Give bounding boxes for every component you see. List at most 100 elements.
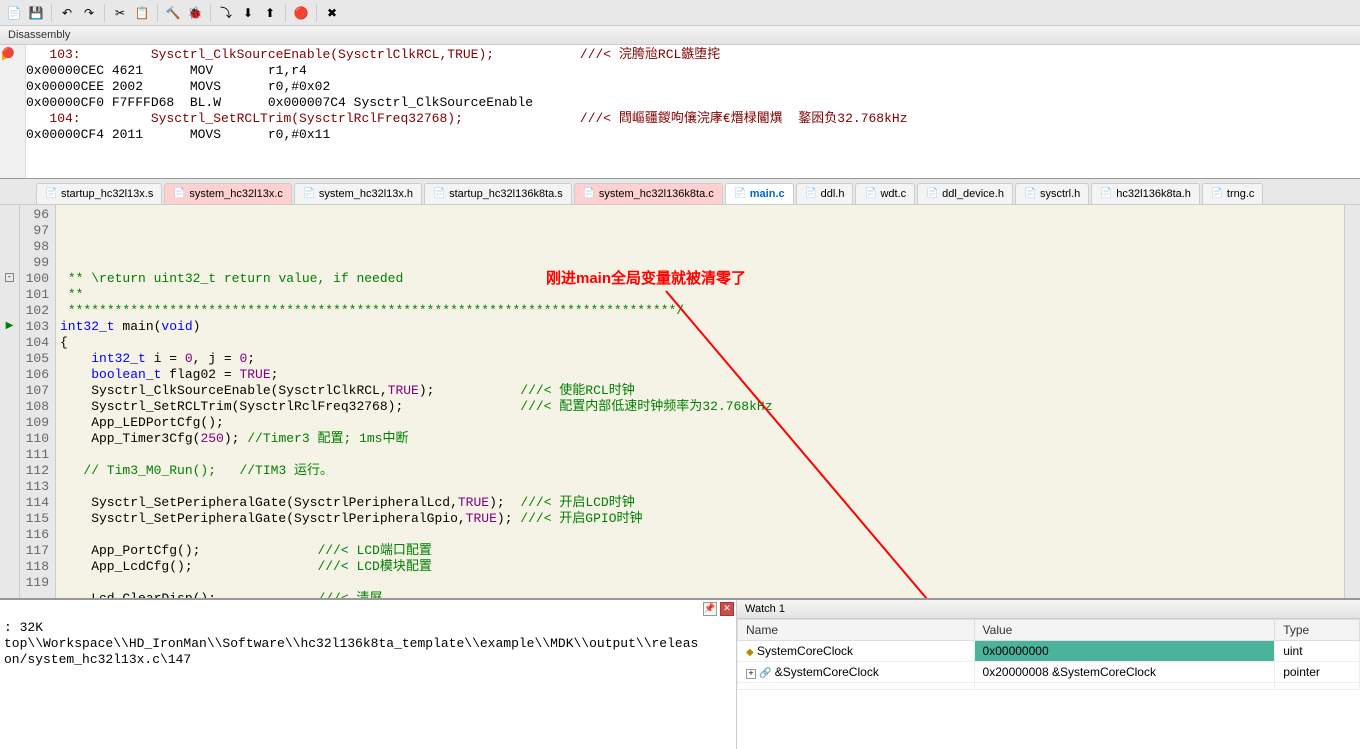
- code-line[interactable]: Sysctrl_SetPeripheralGate(SysctrlPeriphe…: [60, 511, 1340, 527]
- toolbar-close-icon[interactable]: ✖: [322, 3, 342, 23]
- output-line: top\\Workspace\\HD_IronMan\\Software\\hc…: [4, 636, 732, 652]
- breakpoint-gutter-row[interactable]: [0, 253, 19, 269]
- breakpoint-gutter-row[interactable]: [0, 541, 19, 557]
- watch-header[interactable]: Name: [738, 620, 975, 641]
- code-line[interactable]: Lcd_ClearDisp(); ///< 清屏: [60, 591, 1340, 599]
- toolbar-build-icon[interactable]: 🔨: [163, 3, 183, 23]
- toolbar-undo-icon[interactable]: ↶: [57, 3, 77, 23]
- breakpoint-gutter-row[interactable]: [0, 477, 19, 493]
- disassembly-panel[interactable]: ▶🔴 103: Sysctrl_ClkSourceEnable(SysctrlC…: [0, 45, 1360, 179]
- tab-sysctrl-h[interactable]: 📄sysctrl.h: [1015, 183, 1089, 204]
- watch-table[interactable]: NameValueType ◆ SystemCoreClock0x0000000…: [737, 619, 1360, 690]
- watch-type-cell: uint: [1275, 641, 1360, 662]
- toolbar-step-over-icon[interactable]: ⤵: [216, 3, 236, 23]
- disasm-line[interactable]: 0x00000CF0 F7FFFD68 BL.W 0x000007C4 Sysc…: [26, 95, 1360, 111]
- code-line[interactable]: [60, 447, 1340, 463]
- breakpoint-gutter-row[interactable]: [0, 221, 19, 237]
- editor-vertical-scrollbar[interactable]: [1344, 205, 1360, 598]
- watch-value-cell[interactable]: 0x20000008 &SystemCoreClock: [974, 662, 1275, 683]
- breakpoint-gutter-row[interactable]: [0, 237, 19, 253]
- breakpoint-gutter-row[interactable]: [0, 349, 19, 365]
- code-editor[interactable]: -▶ 9697989910010110210310410510610710810…: [0, 205, 1360, 599]
- var-icon: ◆: [746, 647, 754, 658]
- toolbar-file-icon[interactable]: 📄: [4, 3, 24, 23]
- code-line[interactable]: {: [60, 335, 1340, 351]
- tab-system_hc32l13x-c[interactable]: 📄system_hc32l13x.c: [164, 183, 292, 204]
- breakpoint-gutter-row[interactable]: [0, 525, 19, 541]
- toolbar-save-icon[interactable]: 💾: [26, 3, 46, 23]
- watch-name-cell[interactable]: +🔗 &SystemCoreClock: [738, 662, 975, 683]
- tab-system_hc32l13x-h[interactable]: 📄system_hc32l13x.h: [294, 183, 422, 204]
- breakpoint-gutter-row[interactable]: [0, 429, 19, 445]
- toolbar-debug-icon[interactable]: 🐞: [185, 3, 205, 23]
- watch-panel-title: Watch 1: [737, 600, 1360, 619]
- watch-enter-prompt[interactable]: [738, 683, 975, 690]
- code-line[interactable]: Sysctrl_SetPeripheralGate(SysctrlPeriphe…: [60, 495, 1340, 511]
- code-line[interactable]: Sysctrl_ClkSourceEnable(SysctrlClkRCL,TR…: [60, 383, 1340, 399]
- watch-header[interactable]: Value: [974, 620, 1275, 641]
- expand-icon[interactable]: +: [746, 669, 756, 679]
- code-line[interactable]: App_LEDPortCfg();: [60, 415, 1340, 431]
- breakpoint-gutter-row[interactable]: [0, 365, 19, 381]
- tab-main-c[interactable]: 📄main.c: [725, 183, 794, 204]
- breakpoint-gutter-row[interactable]: [0, 557, 19, 573]
- tab-ddl-h[interactable]: 📄ddl.h: [796, 183, 854, 204]
- code-line[interactable]: App_LcdCfg(); ///< LCD模块配置: [60, 559, 1340, 575]
- watch-row[interactable]: ◆ SystemCoreClock0x00000000uint: [738, 641, 1360, 662]
- tab-startup_hc32l13x-s[interactable]: 📄startup_hc32l13x.s: [36, 183, 162, 204]
- breakpoint-gutter-row[interactable]: [0, 397, 19, 413]
- code-line[interactable]: // Tim3_M0_Run(); //TIM3 运行。: [60, 463, 1340, 479]
- breakpoint-gutter-row[interactable]: ▶: [0, 317, 19, 333]
- disassembly-panel-title: Disassembly: [0, 26, 1360, 45]
- disasm-line[interactable]: 104: Sysctrl_SetRCLTrim(SysctrlRclFreq32…: [26, 111, 1360, 127]
- breakpoint-gutter-row[interactable]: [0, 461, 19, 477]
- watch-enter-row[interactable]: [738, 683, 1360, 690]
- watch-header[interactable]: Type: [1275, 620, 1360, 641]
- tab-system_hc32l136k8ta-c[interactable]: 📄system_hc32l136k8ta.c: [574, 183, 723, 204]
- code-line[interactable]: [60, 527, 1340, 543]
- breakpoint-gutter-row[interactable]: [0, 573, 19, 589]
- toolbar-copy-icon[interactable]: 📋: [132, 3, 152, 23]
- code-line[interactable]: boolean_t flag02 = TRUE;: [60, 367, 1340, 383]
- breakpoint-gutter-row[interactable]: [0, 445, 19, 461]
- breakpoint-gutter-row[interactable]: [0, 333, 19, 349]
- breakpoint-gutter-row[interactable]: [0, 205, 19, 221]
- code-line[interactable]: int32_t i = 0, j = 0;: [60, 351, 1340, 367]
- code-line[interactable]: ****************************************…: [60, 303, 1340, 319]
- breakpoint-gutter-row[interactable]: [0, 285, 19, 301]
- breakpoint-gutter-row[interactable]: [0, 413, 19, 429]
- tab-ddl_device-h[interactable]: 📄ddl_device.h: [917, 183, 1013, 204]
- tab-hc32l136k8ta-h[interactable]: 📄hc32l136k8ta.h: [1091, 183, 1200, 204]
- code-line[interactable]: App_Timer3Cfg(250); //Timer3 配置; 1ms中断: [60, 431, 1340, 447]
- breakpoint-gutter-row[interactable]: [0, 381, 19, 397]
- breakpoint-gutter-row[interactable]: [0, 509, 19, 525]
- tab-wdt-c[interactable]: 📄wdt.c: [855, 183, 915, 204]
- toolbar-redo-icon[interactable]: ↷: [79, 3, 99, 23]
- breakpoint-gutter-row[interactable]: [0, 493, 19, 509]
- code-line[interactable]: **: [60, 287, 1340, 303]
- disasm-line[interactable]: 0x00000CF4 2011 MOVS r0,#0x11: [26, 127, 1360, 143]
- tab-label: startup_hc32l136k8ta.s: [449, 188, 563, 200]
- disasm-line[interactable]: 0x00000CEE 2002 MOVS r0,#0x02: [26, 79, 1360, 95]
- disasm-line[interactable]: 0x00000CEC 4621 MOV r1,r4: [26, 63, 1360, 79]
- code-line[interactable]: [60, 575, 1340, 591]
- tab-startup_hc32l136k8ta-s[interactable]: 📄startup_hc32l136k8ta.s: [424, 183, 572, 204]
- watch-value-cell[interactable]: 0x00000000: [974, 641, 1275, 662]
- breakpoint-gutter-row[interactable]: -: [0, 269, 19, 285]
- code-line[interactable]: App_PortCfg(); ///< LCD端口配置: [60, 543, 1340, 559]
- output-close-icon[interactable]: ✕: [720, 602, 734, 616]
- code-line[interactable]: Sysctrl_SetRCLTrim(SysctrlRclFreq32768);…: [60, 399, 1340, 415]
- code-line[interactable]: [60, 479, 1340, 495]
- toolbar-step-out-icon[interactable]: ⬆: [260, 3, 280, 23]
- breakpoint-gutter-row[interactable]: [0, 301, 19, 317]
- watch-name-cell[interactable]: ◆ SystemCoreClock: [738, 641, 975, 662]
- build-output-panel[interactable]: 📌 ✕ : 32Ktop\\Workspace\\HD_IronMan\\Sof…: [0, 600, 736, 749]
- watch-row[interactable]: +🔗 &SystemCoreClock0x20000008 &SystemCor…: [738, 662, 1360, 683]
- tab-trng-c[interactable]: 📄trng.c: [1202, 183, 1264, 204]
- code-line[interactable]: int32_t main(void): [60, 319, 1340, 335]
- toolbar-step-into-icon[interactable]: ⬇: [238, 3, 258, 23]
- toolbar-cut-icon[interactable]: ✂: [110, 3, 130, 23]
- disasm-line[interactable]: ▶🔴 103: Sysctrl_ClkSourceEnable(SysctrlC…: [26, 47, 1360, 63]
- output-pin-icon[interactable]: 📌: [703, 602, 717, 616]
- toolbar-breakpoint-icon[interactable]: 🔴: [291, 3, 311, 23]
